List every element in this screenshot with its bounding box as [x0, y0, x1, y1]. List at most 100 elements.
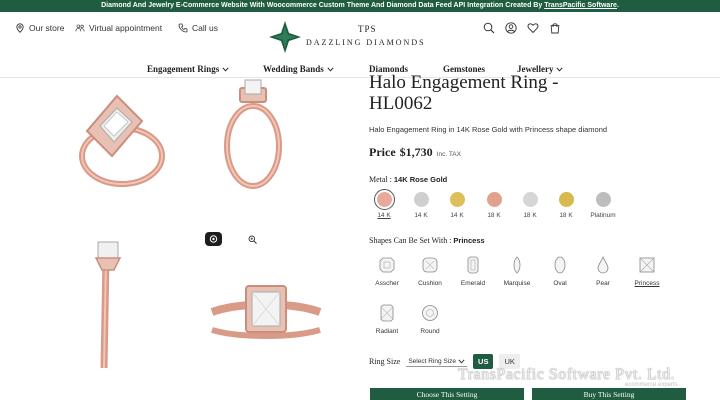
chevron-down-icon	[458, 358, 465, 364]
account-icon[interactable]	[505, 22, 517, 34]
product-price: Price $1,730 Inc. TAX	[369, 145, 461, 160]
zoom-icon[interactable]	[248, 235, 257, 244]
metal-swatch	[373, 189, 395, 210]
metal-option-18k-rose[interactable]: 18 K	[479, 192, 509, 219]
diamond-star-logo-icon	[269, 21, 301, 53]
product-title-line1: Halo Engagement Ring -	[369, 72, 559, 93]
call-us-link[interactable]: Call us	[178, 23, 218, 33]
price-tax-note: Inc. TAX	[436, 151, 461, 158]
shape-name: Oval	[553, 280, 567, 287]
ring-front-view-image[interactable]	[218, 74, 288, 198]
site-header: Our store Virtual appointment Call us TP…	[0, 12, 720, 60]
location-pin-icon	[16, 23, 24, 33]
people-icon	[75, 24, 85, 32]
shape-name: Marquise	[503, 280, 531, 287]
product-title-line2: HL0062	[369, 93, 433, 114]
buy-setting-button[interactable]: Buy This Setting	[532, 388, 686, 400]
shape-asscher[interactable]: Asscher	[369, 256, 405, 287]
call-us-label: Call us	[192, 23, 218, 33]
shape-princess[interactable]: Princess	[629, 256, 665, 287]
product-subtitle: Halo Engagement Ring in 14K Rose Gold wi…	[369, 125, 608, 134]
gallery-360-button[interactable]	[205, 232, 222, 246]
price-label: Price	[369, 145, 396, 159]
shapes-label: Shapes Can Be Set With :	[369, 236, 452, 245]
metal-swatch	[522, 192, 538, 207]
top-announcement-bar: Diamond And Jewelry E-Commerce Website W…	[0, 0, 720, 12]
shape-name: Asscher	[375, 280, 399, 287]
emerald-diamond-icon	[467, 256, 479, 274]
ring-size-label: Ring Size	[369, 357, 401, 366]
metal-selected-value: 14K Rose Gold	[393, 175, 448, 184]
brand-logo[interactable]: TPS DAZZLING DIAMONDS	[268, 20, 428, 58]
shape-cushion[interactable]: Cushion	[412, 256, 448, 287]
nav-wedding-bands[interactable]: Wedding Bands	[263, 64, 334, 74]
transpacific-link[interactable]: TransPacific Software	[544, 2, 617, 9]
phone-icon	[178, 23, 188, 33]
shape-radiant[interactable]: Radiant	[369, 304, 405, 335]
shape-name: Princess	[634, 280, 660, 287]
shape-name: Emerald	[460, 280, 486, 287]
round-diamond-icon	[422, 305, 438, 321]
cart-icon[interactable]	[549, 22, 561, 34]
metal-option-18k-white[interactable]: 18 K	[515, 192, 545, 219]
our-store-label: Our store	[29, 23, 65, 33]
virtual-appointment-link[interactable]: Virtual appointment	[75, 23, 162, 33]
ring-size-placeholder: Select Ring Size	[408, 357, 457, 365]
oval-diamond-icon	[554, 256, 566, 274]
shape-pear[interactable]: Pear	[585, 256, 621, 287]
nav-label: Engagement Rings	[147, 64, 220, 74]
virtual-appointment-label: Virtual appointment	[89, 23, 163, 33]
ring-size-select[interactable]: Select Ring Size	[406, 357, 468, 367]
wishlist-icon[interactable]	[527, 22, 539, 34]
cushion-diamond-icon	[422, 257, 438, 273]
logo-tps-text: TPS	[358, 24, 377, 34]
choose-setting-button[interactable]: Choose This Setting	[370, 388, 524, 400]
metal-swatch	[558, 192, 574, 207]
shape-selected-value: Princess	[453, 236, 485, 245]
pear-diamond-icon	[597, 256, 609, 274]
shape-name: Cushion	[418, 280, 442, 287]
metal-option-14k-white[interactable]: 14 K	[406, 192, 436, 219]
metal-swatch	[595, 192, 611, 207]
metal-karat-label: 14 K	[414, 212, 428, 219]
header-icons	[483, 22, 561, 34]
ring-angled-view-image[interactable]	[62, 76, 172, 198]
metal-karat-label: 14 K	[377, 212, 391, 219]
nav-label: Wedding Bands	[263, 64, 324, 74]
ring-side-view-image[interactable]	[92, 238, 126, 374]
shape-emerald[interactable]: Emerald	[455, 256, 491, 287]
shape-oval[interactable]: Oval	[542, 256, 578, 287]
chevron-down-icon	[556, 66, 564, 72]
metal-swatch	[449, 192, 465, 207]
nav-engagement-rings[interactable]: Engagement Rings	[147, 64, 229, 74]
logo-brand-name: DAZZLING DIAMONDS	[306, 38, 426, 47]
metal-karat-label: 18 K	[487, 212, 501, 219]
watermark-subtext: ecommerce experts	[625, 382, 678, 388]
ring-top-view-image[interactable]	[210, 272, 322, 350]
metal-option-14k-rose[interactable]: 14 K	[369, 189, 399, 219]
chevron-down-icon	[327, 66, 334, 72]
announcement-suffix: .	[616, 2, 619, 9]
shape-name: Pear	[596, 280, 610, 287]
metal-option-platinum[interactable]: Platinum	[588, 192, 618, 219]
metal-selection-label: Metal : 14K Rose Gold	[369, 175, 447, 184]
product-title: Halo Engagement Ring - HL0062	[369, 72, 558, 114]
princess-diamond-icon	[639, 257, 655, 273]
shape-marquise[interactable]: Marquise	[499, 256, 535, 287]
announcement-text: Diamond And Jewelry E-Commerce Website W…	[101, 2, 545, 9]
shape-selection-label: Shapes Can Be Set With : Princess	[369, 236, 485, 245]
metal-karat-label: 18 K	[523, 212, 537, 219]
asscher-diamond-icon	[379, 257, 395, 273]
marquise-diamond-icon	[513, 256, 521, 274]
metal-karat-label: 18 K	[559, 212, 573, 219]
shape-round[interactable]: Round	[412, 304, 448, 335]
metal-swatch	[413, 192, 429, 207]
metal-karat-label: 14 K	[450, 212, 464, 219]
price-value: $1,730	[399, 145, 433, 159]
search-icon[interactable]	[483, 22, 495, 34]
metal-swatch	[486, 192, 502, 207]
metal-option-14k-yellow[interactable]: 14 K	[442, 192, 472, 219]
metal-option-18k-yellow[interactable]: 18 K	[551, 192, 581, 219]
our-store-link[interactable]: Our store	[15, 23, 64, 33]
metal-karat-label: Platinum	[590, 212, 616, 219]
